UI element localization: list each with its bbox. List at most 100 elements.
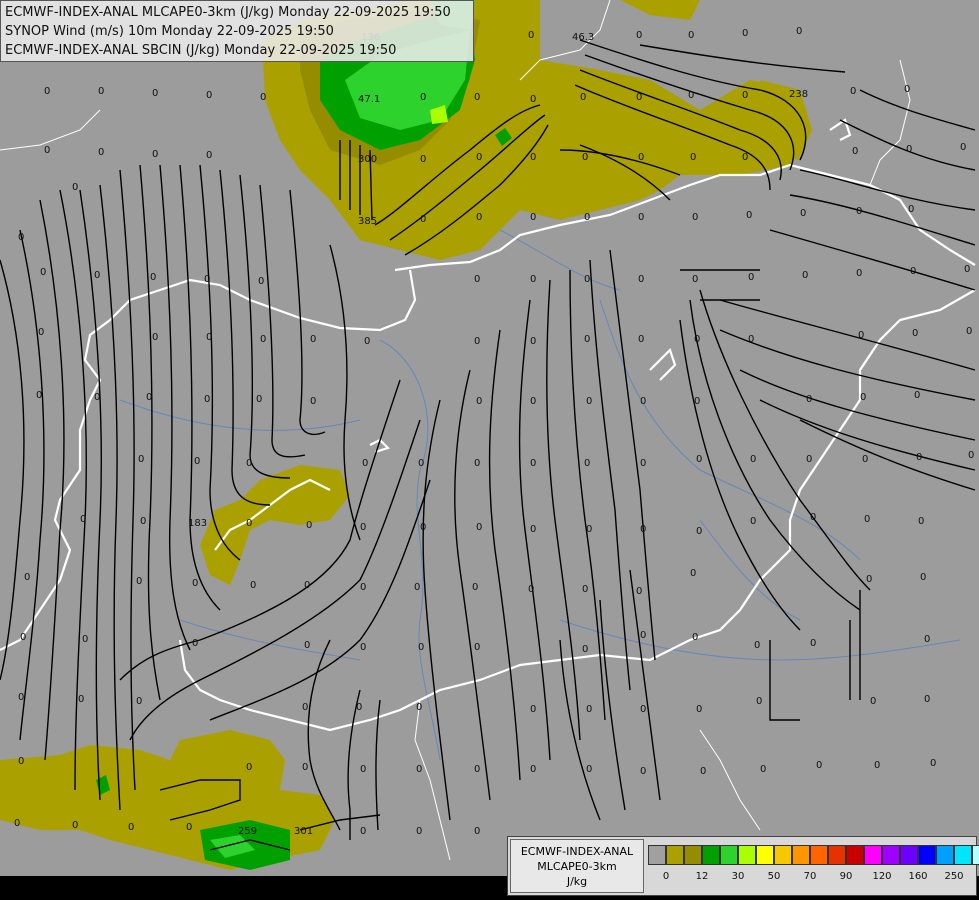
legend-tick-label: 50: [767, 871, 781, 882]
legend-tick-label: 12: [695, 871, 709, 882]
svg-text:0: 0: [918, 516, 924, 527]
svg-text:0: 0: [688, 90, 694, 101]
svg-text:0: 0: [810, 638, 816, 649]
svg-text:0: 0: [912, 328, 918, 339]
svg-text:0: 0: [360, 826, 366, 837]
legend-swatch: [954, 845, 972, 865]
svg-text:0: 0: [530, 396, 536, 407]
svg-text:0: 0: [864, 514, 870, 525]
svg-text:0: 0: [636, 30, 642, 41]
svg-text:0: 0: [856, 268, 862, 279]
svg-text:0: 0: [80, 514, 86, 525]
svg-text:0: 0: [640, 458, 646, 469]
title-line-cin: ECMWF-INDEX-ANAL SBCIN (J/kg) Monday 22-…: [5, 43, 397, 58]
svg-text:0: 0: [206, 150, 212, 161]
svg-text:0: 0: [920, 572, 926, 583]
svg-text:0: 0: [582, 152, 588, 163]
svg-text:0: 0: [260, 334, 266, 345]
svg-text:0: 0: [528, 584, 534, 595]
svg-text:0: 0: [636, 92, 642, 103]
svg-text:0: 0: [18, 692, 24, 703]
svg-text:0: 0: [584, 334, 590, 345]
svg-text:0: 0: [960, 142, 966, 153]
svg-text:0: 0: [924, 634, 930, 645]
svg-text:0: 0: [420, 522, 426, 533]
svg-text:0: 0: [870, 696, 876, 707]
svg-text:0: 0: [94, 392, 100, 403]
svg-text:0: 0: [44, 86, 50, 97]
svg-text:0: 0: [416, 702, 422, 713]
svg-text:0: 0: [754, 640, 760, 651]
svg-text:0: 0: [304, 640, 310, 651]
svg-text:0: 0: [530, 336, 536, 347]
svg-text:0: 0: [310, 334, 316, 345]
svg-text:0: 0: [206, 90, 212, 101]
svg-text:0: 0: [582, 644, 588, 655]
svg-text:0: 0: [530, 274, 536, 285]
svg-text:0: 0: [476, 152, 482, 163]
svg-text:0: 0: [688, 30, 694, 41]
svg-text:0: 0: [302, 702, 308, 713]
svg-text:0: 0: [874, 760, 880, 771]
legend-swatch: [756, 845, 774, 865]
cape-label-8: 259: [238, 826, 257, 837]
svg-text:0: 0: [18, 756, 24, 767]
svg-text:0: 0: [260, 92, 266, 103]
legend-swatch: [936, 845, 954, 865]
svg-text:0: 0: [640, 524, 646, 535]
svg-text:0: 0: [150, 272, 156, 283]
svg-text:0: 0: [904, 84, 910, 95]
svg-text:0: 0: [586, 396, 592, 407]
svg-text:0: 0: [98, 147, 104, 158]
svg-text:0: 0: [866, 574, 872, 585]
svg-text:0: 0: [40, 267, 46, 278]
svg-text:0: 0: [968, 450, 974, 461]
svg-text:0: 0: [806, 454, 812, 465]
svg-text:0: 0: [302, 762, 308, 773]
svg-text:0: 0: [690, 568, 696, 579]
svg-text:0: 0: [204, 394, 210, 405]
legend-swatch: [810, 845, 828, 865]
legend-swatch: [864, 845, 882, 865]
svg-text:0: 0: [474, 642, 480, 653]
svg-text:0: 0: [360, 642, 366, 653]
svg-text:0: 0: [742, 90, 748, 101]
cape-label-4: 300: [358, 154, 377, 165]
svg-text:0: 0: [98, 86, 104, 97]
legend-tick-label: 120: [872, 871, 892, 882]
svg-text:0: 0: [906, 144, 912, 155]
svg-text:0: 0: [82, 634, 88, 645]
svg-text:0: 0: [94, 270, 100, 281]
svg-text:0: 0: [140, 516, 146, 527]
svg-text:0: 0: [72, 182, 78, 193]
legend-title-param: MLCAPE0-3km: [537, 860, 617, 873]
legend-swatch: [900, 845, 918, 865]
svg-text:0: 0: [136, 696, 142, 707]
svg-text:0: 0: [696, 704, 702, 715]
legend-swatch: [648, 845, 666, 865]
svg-text:0: 0: [476, 212, 482, 223]
svg-text:0: 0: [476, 396, 482, 407]
svg-text:0: 0: [258, 276, 264, 287]
legend-swatch: [666, 845, 684, 865]
svg-text:0: 0: [474, 336, 480, 347]
svg-text:0: 0: [696, 526, 702, 537]
legend-title-source: ECMWF-INDEX-ANAL: [520, 845, 634, 858]
legend-swatch: [738, 845, 756, 865]
svg-text:0: 0: [420, 214, 426, 225]
svg-text:0: 0: [856, 206, 862, 217]
svg-text:0: 0: [914, 390, 920, 401]
legend-tick-label: 250: [944, 871, 964, 882]
svg-text:0: 0: [256, 394, 262, 405]
legend-swatch: [828, 845, 846, 865]
svg-text:0: 0: [924, 694, 930, 705]
title-line-cape: ECMWF-INDEX-ANAL MLCAPE0-3km (J/kg) Mond…: [5, 5, 451, 20]
svg-text:0: 0: [862, 454, 868, 465]
svg-text:0: 0: [474, 458, 480, 469]
svg-text:0: 0: [696, 454, 702, 465]
svg-text:0: 0: [146, 392, 152, 403]
svg-text:0: 0: [24, 572, 30, 583]
legend-unit: J/kg: [566, 875, 588, 888]
svg-text:0: 0: [638, 212, 644, 223]
svg-text:0: 0: [802, 270, 808, 281]
